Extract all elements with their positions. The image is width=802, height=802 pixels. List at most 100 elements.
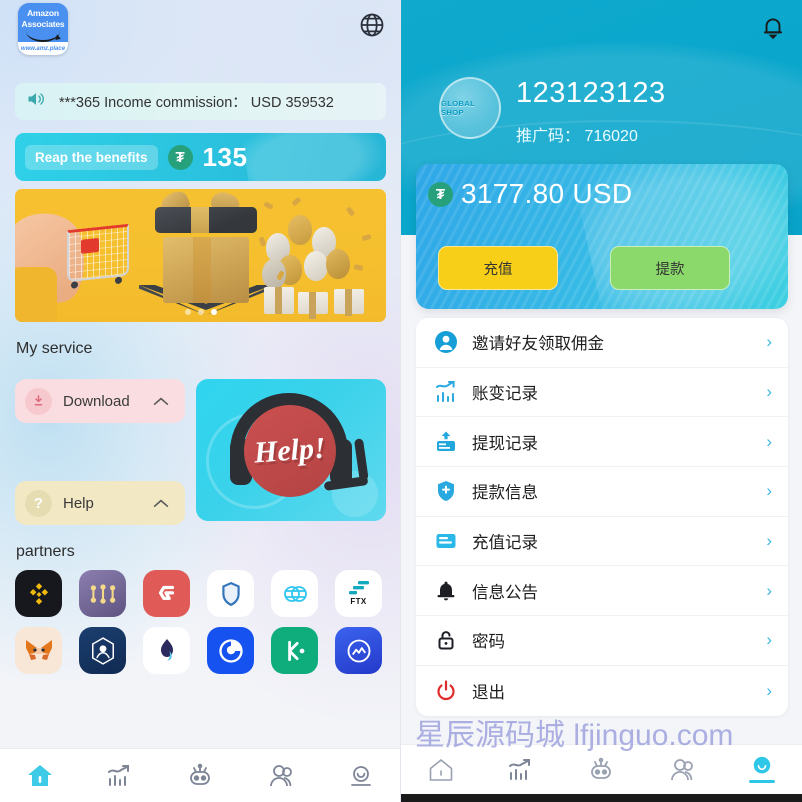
- reap-benefits-banner[interactable]: Reap the benefits ₮ 135: [15, 133, 386, 181]
- menu-label: 信息公告: [472, 583, 538, 602]
- amazon-smile-icon: [26, 31, 60, 42]
- chevron-right-icon: ›: [766, 580, 772, 600]
- menu-item-announcements[interactable]: 信息公告 ›: [416, 566, 788, 617]
- section-title-service: My service: [16, 340, 93, 357]
- balance-card: ₮ 3177.80 USD 充值 提款: [416, 164, 788, 309]
- download-icon: [25, 387, 52, 415]
- menu-label: 邀请好友领取佣金: [472, 335, 604, 354]
- partner-binance-icon[interactable]: [15, 570, 62, 617]
- left-bottom-tabbar: [0, 748, 400, 802]
- avatar[interactable]: GLOBAL SHOP: [439, 77, 501, 139]
- bell-icon: [434, 579, 458, 603]
- amazon-logo[interactable]: Amazon Associates www.amz.place: [18, 3, 68, 55]
- chevron-right-icon: ›: [766, 332, 772, 352]
- system-home-indicator: [401, 794, 802, 802]
- small-gifts: [262, 274, 372, 319]
- chevron-right-icon: ›: [766, 481, 772, 501]
- partner-trust-wallet-icon[interactable]: [207, 570, 254, 617]
- partner-sushiswap-icon[interactable]: [271, 570, 318, 617]
- logo-line1: Amazon: [27, 8, 59, 18]
- right-bottom-tabbar: [401, 744, 802, 794]
- tab-home[interactable]: [16, 759, 64, 793]
- question-icon: ?: [25, 489, 52, 517]
- help-support-card[interactable]: Help!: [196, 379, 386, 521]
- profile-menu-list: 邀请好友领取佣金 › 账变记录 › 提现记录 › 提款信息 › 充值记录 › 信…: [416, 318, 788, 716]
- tab-market[interactable]: [497, 753, 545, 787]
- carousel-dot-1[interactable]: [184, 309, 191, 315]
- tab-team[interactable]: [257, 759, 305, 793]
- carousel-dot-3[interactable]: [210, 309, 217, 315]
- gift-box: [163, 237, 249, 303]
- menu-label: 密码: [472, 633, 505, 652]
- tab-active-indicator: [748, 780, 775, 783]
- menu-label: 充值记录: [472, 534, 538, 553]
- chevron-up-icon[interactable]: [153, 496, 169, 511]
- menu-label: 退出: [472, 683, 505, 702]
- partner-kucoin-icon[interactable]: [271, 627, 318, 674]
- notice-text: ***365 Income commission： USD 359532: [59, 95, 334, 111]
- reap-amount: 135: [202, 141, 248, 172]
- menu-item-password[interactable]: 密码 ›: [416, 616, 788, 666]
- globe-shop-icon: GLOBAL SHOP: [441, 99, 475, 117]
- tether-icon: ₮: [167, 144, 193, 170]
- withdraw-button[interactable]: 提款: [610, 246, 730, 290]
- notice-marquee[interactable]: ***365 Income commission： USD 359532: [15, 83, 386, 120]
- chevron-up-icon[interactable]: [153, 394, 169, 409]
- right-screen-profile: GLOBAL SHOP 123123123 推广码： 716020 ₮ 3177…: [401, 0, 802, 802]
- help-card-text: Help!: [253, 431, 327, 470]
- menu-item-deposit-records[interactable]: 充值记录 ›: [416, 517, 788, 567]
- service-item-download[interactable]: Download: [15, 379, 185, 423]
- chevron-right-icon: ›: [766, 630, 772, 650]
- partner-coinbase-icon[interactable]: [207, 627, 254, 674]
- ftx-wordmark: FTX: [350, 597, 367, 606]
- carousel-dots[interactable]: [15, 309, 386, 315]
- reap-label: Reap the benefits: [25, 144, 158, 170]
- chevron-right-icon: ›: [766, 431, 772, 451]
- partner-ftx-icon[interactable]: FTX: [335, 570, 382, 617]
- shield-plus-icon: [434, 479, 458, 503]
- menu-item-withdrawal-info[interactable]: 提款信息 ›: [416, 467, 788, 517]
- globe-icon[interactable]: [358, 11, 386, 39]
- menu-label: 提款信息: [472, 484, 538, 503]
- withdraw-card-icon: [434, 430, 458, 454]
- menu-label: 账变记录: [472, 385, 538, 404]
- deposit-button[interactable]: 充值: [438, 246, 558, 290]
- tab-robot[interactable]: [577, 753, 625, 787]
- menu-item-account-records[interactable]: 账变记录 ›: [416, 368, 788, 418]
- menu-item-logout[interactable]: 退出 ›: [416, 666, 788, 716]
- lock-icon: [434, 628, 458, 652]
- chevron-right-icon: ›: [766, 531, 772, 551]
- left-screen-home: Amazon Associates www.amz.place ***365 I…: [0, 0, 401, 802]
- tab-robot[interactable]: [176, 759, 224, 793]
- menu-label: 提现记录: [472, 434, 538, 453]
- service-label: Download: [63, 392, 130, 410]
- tab-profile[interactable]: [337, 759, 385, 793]
- service-item-help[interactable]: ? Help: [15, 481, 185, 525]
- tab-profile[interactable]: [738, 753, 786, 787]
- tab-team[interactable]: [658, 753, 706, 787]
- shopping-cart-icon: [67, 223, 129, 283]
- chart-bars-icon: [434, 380, 458, 404]
- partners-grid: FTX: [15, 570, 387, 674]
- balance-amount: 3177.80 USD: [461, 178, 633, 209]
- tab-market[interactable]: [96, 759, 144, 793]
- partner-pancakeswap-icon[interactable]: [79, 570, 126, 617]
- tab-home[interactable]: [417, 753, 465, 787]
- partner-1inch-icon[interactable]: [143, 627, 190, 674]
- tether-icon: ₮: [428, 181, 453, 207]
- user-circle-icon: [434, 330, 458, 354]
- gift-box-lid: [155, 207, 257, 233]
- partner-gate-io-icon[interactable]: [143, 570, 190, 617]
- service-label: Help: [63, 494, 94, 512]
- promo-banner-carousel[interactable]: [15, 189, 386, 322]
- chevron-right-icon: ›: [766, 382, 772, 402]
- carousel-dot-2[interactable]: [197, 309, 204, 315]
- promo-code: 推广码： 716020: [516, 128, 638, 145]
- bell-icon[interactable]: [760, 13, 786, 41]
- speaker-icon: [25, 89, 47, 114]
- partner-metamask-icon[interactable]: [15, 627, 62, 674]
- partner-crypto-com-icon[interactable]: [79, 627, 126, 674]
- menu-item-invite-friends[interactable]: 邀请好友领取佣金 ›: [416, 318, 788, 368]
- menu-item-withdrawal-records[interactable]: 提现记录 ›: [416, 417, 788, 468]
- partner-coinmarketcap-icon[interactable]: [335, 627, 382, 674]
